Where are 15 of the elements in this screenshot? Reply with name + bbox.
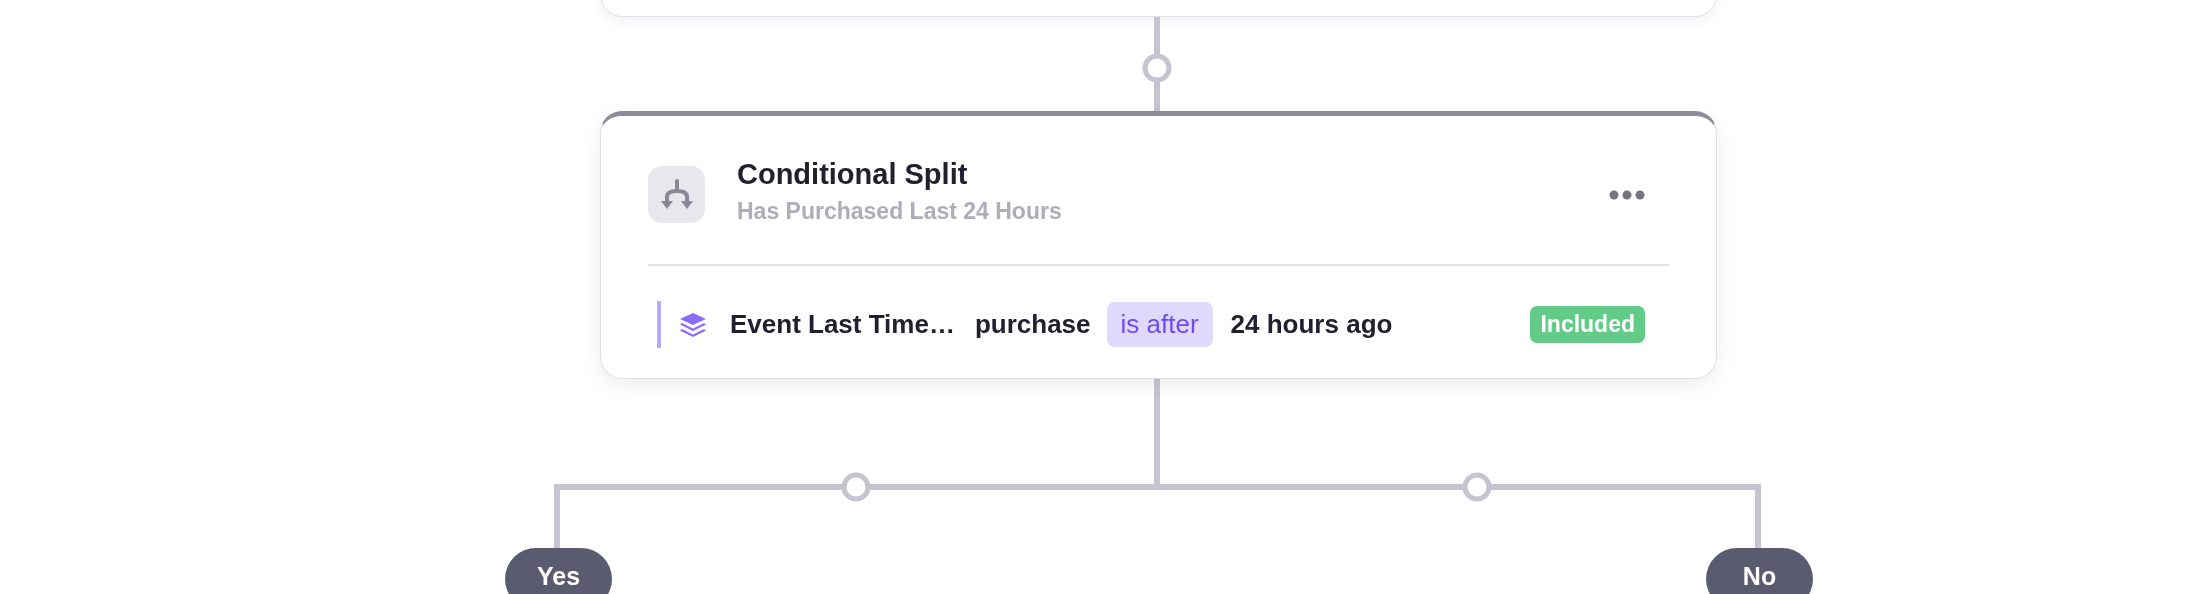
branch-label[interactable]: Yes xyxy=(505,548,612,594)
add-step-handle[interactable] xyxy=(1142,53,1172,83)
branch-label[interactable]: No xyxy=(1706,548,1813,594)
operator-tag: is after xyxy=(1106,302,1213,347)
add-step-handle[interactable] xyxy=(841,472,871,502)
more-icon[interactable] xyxy=(1609,189,1645,200)
condition-event: purchase xyxy=(974,309,1091,340)
node-title: Conditional Split xyxy=(737,156,969,191)
condition-value: 24 hours ago xyxy=(1230,309,1393,340)
split-icon xyxy=(648,166,705,223)
node-subtitle: Has Purchased Last 24 Hours xyxy=(737,196,1063,225)
add-step-handle[interactable] xyxy=(1462,472,1492,502)
split-card[interactable]: Conditional Split Has Purchased Last 24 Hours Event Last Time… purchase is after 24 hours ago Included xyxy=(600,111,1717,379)
status-badge: Included xyxy=(1530,306,1645,343)
condition-field: Event Last Time… xyxy=(730,309,955,340)
